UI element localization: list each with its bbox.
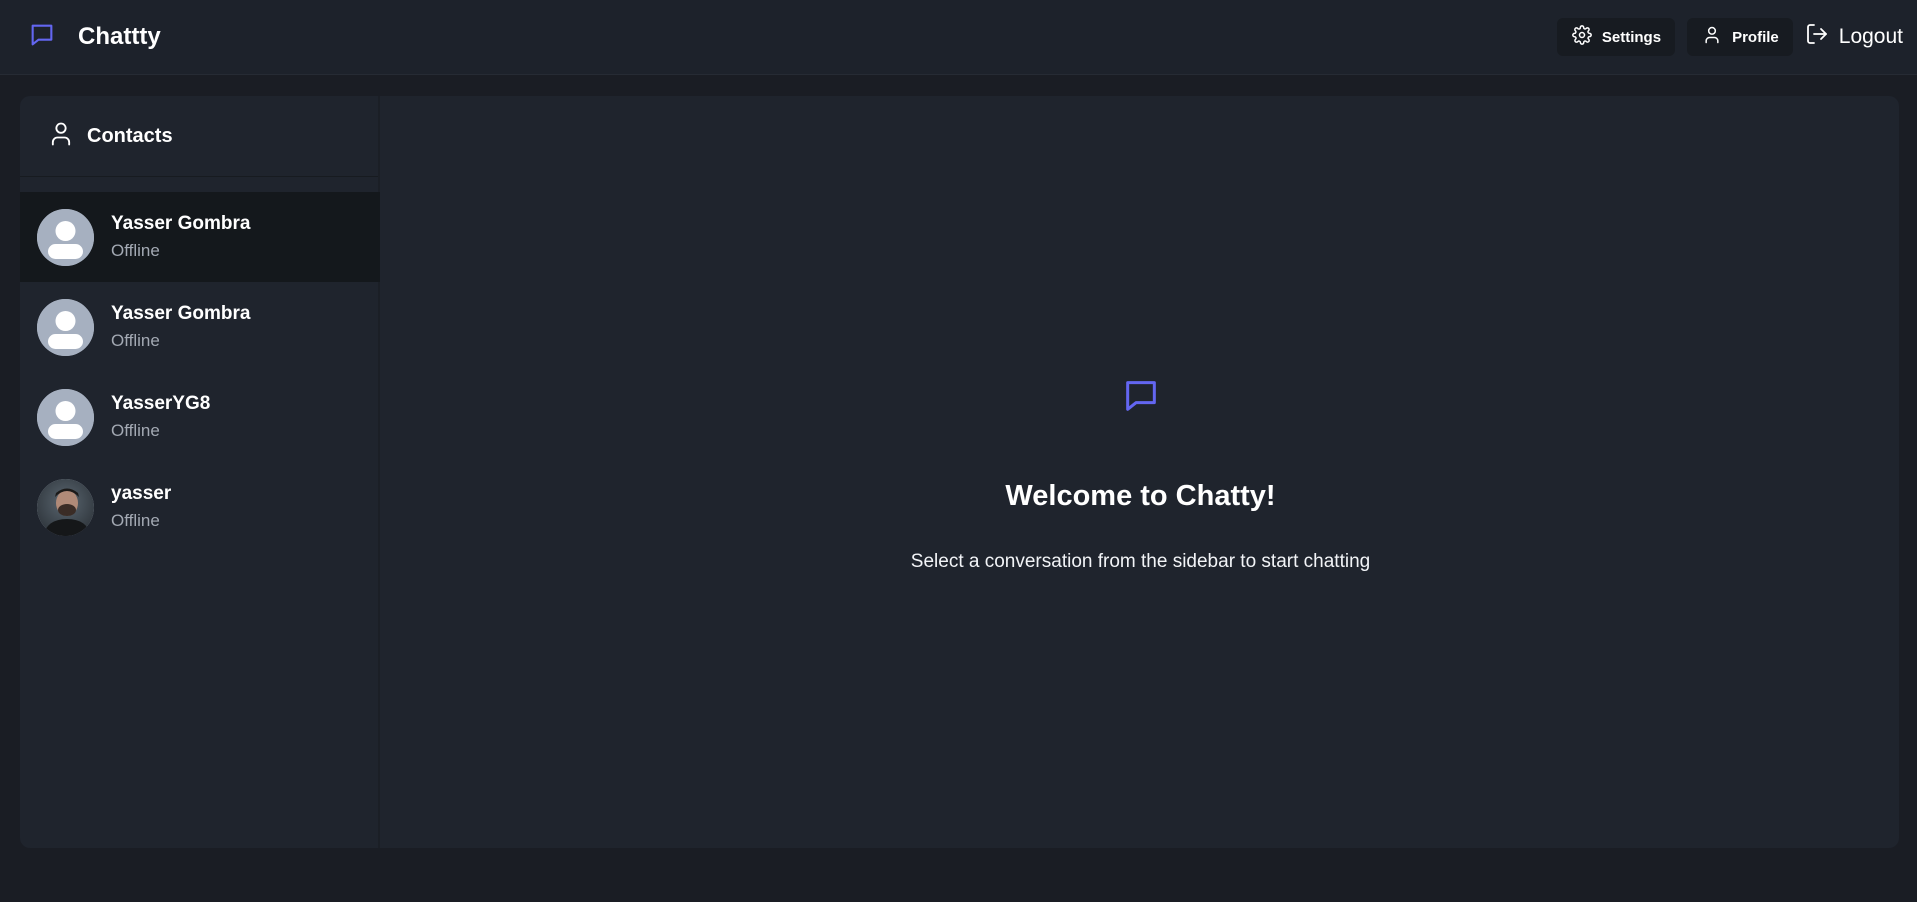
welcome-subtitle: Select a conversation from the sidebar t… [910, 551, 1371, 572]
default-avatar-icon [37, 208, 94, 266]
chat-panel: Contacts Yasser Gombra Offline Yasser Go… [20, 96, 1899, 848]
profile-label: Profile [1732, 28, 1779, 46]
sidebar-header: Contacts [20, 96, 378, 177]
contact-list: Yasser Gombra Offline Yasser Gombra Offl… [20, 192, 380, 552]
default-avatar-icon [37, 298, 94, 356]
settings-button[interactable]: Settings [1556, 18, 1676, 56]
contacts-sidebar: Contacts Yasser Gombra Offline Yasser Go… [20, 96, 380, 848]
logout-button[interactable]: Logout [1805, 22, 1903, 52]
app-name: Chattty [78, 23, 161, 50]
contact-name: Yasser Gombra [111, 302, 251, 324]
brand-link[interactable]: Chattty [28, 0, 161, 75]
settings-label: Settings [1601, 28, 1662, 46]
contact-status: Offline [111, 240, 160, 260]
user-icon [47, 120, 75, 153]
contact-status: Offline [111, 510, 160, 530]
welcome-title: Welcome to Chatty! [1005, 480, 1276, 512]
welcome-screen: Welcome to Chatty! Select a conversation… [382, 96, 1899, 848]
top-navbar: Chattty Settings Profile Logout [0, 0, 1917, 75]
nav-actions: Settings Profile Logout [1556, 17, 1903, 57]
sidebar-title: Contacts [87, 124, 173, 147]
contact-item[interactable]: yasser Offline [20, 462, 380, 552]
chat-bubble-icon [1121, 376, 1161, 416]
chat-bubble-icon [28, 21, 56, 54]
contact-status: Offline [111, 420, 160, 440]
contact-item[interactable]: Yasser Gombra Offline [20, 192, 380, 282]
logout-icon [1805, 22, 1839, 52]
user-icon [1702, 25, 1732, 49]
profile-button[interactable]: Profile [1687, 18, 1793, 56]
logout-label: Logout [1838, 25, 1903, 48]
contact-name: Yasser Gombra [111, 212, 251, 234]
default-avatar-icon [37, 388, 94, 446]
contact-name: YasserYG8 [111, 392, 211, 414]
contact-item[interactable]: YasserYG8 Offline [20, 372, 380, 462]
photo-avatar [37, 478, 94, 536]
contact-status: Offline [111, 330, 160, 350]
gear-icon [1572, 25, 1602, 49]
contact-name: yasser [111, 482, 172, 504]
contact-item[interactable]: Yasser Gombra Offline [20, 282, 380, 372]
